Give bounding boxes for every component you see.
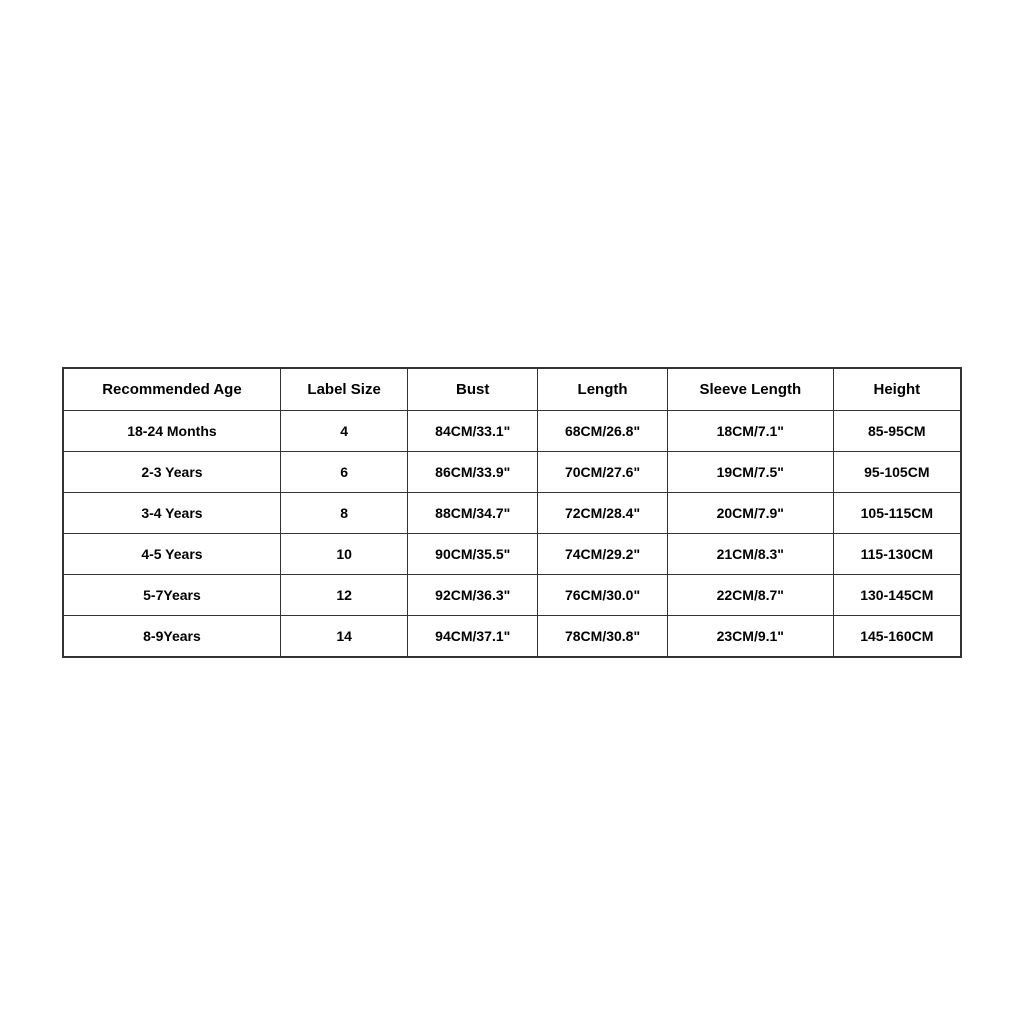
cell-length: 72CM/28.4" [538,492,668,533]
table-row: 18-24 Months484CM/33.1"68CM/26.8"18CM/7.… [63,410,961,451]
cell-height: 130-145CM [833,574,961,615]
cell-height: 145-160CM [833,615,961,657]
cell-label-size: 8 [280,492,407,533]
cell-sleeve-length: 21CM/8.3" [667,533,833,574]
header-sleeve-length: Sleeve Length [667,368,833,411]
cell-sleeve-length: 20CM/7.9" [667,492,833,533]
cell-bust: 84CM/33.1" [408,410,538,451]
cell-length: 76CM/30.0" [538,574,668,615]
table-row: 5-7Years1292CM/36.3"76CM/30.0"22CM/8.7"1… [63,574,961,615]
cell-length: 70CM/27.6" [538,451,668,492]
cell-sleeve-length: 22CM/8.7" [667,574,833,615]
cell-age: 4-5 Years [63,533,280,574]
table-row: 3-4 Years888CM/34.7"72CM/28.4"20CM/7.9"1… [63,492,961,533]
cell-bust: 88CM/34.7" [408,492,538,533]
cell-height: 85-95CM [833,410,961,451]
header-height: Height [833,368,961,411]
cell-bust: 92CM/36.3" [408,574,538,615]
cell-label-size: 14 [280,615,407,657]
table-row: 8-9Years1494CM/37.1"78CM/30.8"23CM/9.1"1… [63,615,961,657]
cell-bust: 86CM/33.9" [408,451,538,492]
cell-length: 74CM/29.2" [538,533,668,574]
cell-age: 3-4 Years [63,492,280,533]
cell-age: 2-3 Years [63,451,280,492]
cell-label-size: 4 [280,410,407,451]
cell-age: 8-9Years [63,615,280,657]
cell-label-size: 10 [280,533,407,574]
size-chart-container: Recommended Age Label Size Bust Length S… [62,367,962,658]
cell-height: 115-130CM [833,533,961,574]
table-row: 2-3 Years686CM/33.9"70CM/27.6"19CM/7.5"9… [63,451,961,492]
cell-label-size: 6 [280,451,407,492]
size-chart-table: Recommended Age Label Size Bust Length S… [62,367,962,658]
cell-age: 5-7Years [63,574,280,615]
cell-height: 95-105CM [833,451,961,492]
table-header-row: Recommended Age Label Size Bust Length S… [63,368,961,411]
cell-sleeve-length: 19CM/7.5" [667,451,833,492]
cell-length: 78CM/30.8" [538,615,668,657]
header-length: Length [538,368,668,411]
table-row: 4-5 Years1090CM/35.5"74CM/29.2"21CM/8.3"… [63,533,961,574]
cell-age: 18-24 Months [63,410,280,451]
header-label-size: Label Size [280,368,407,411]
cell-sleeve-length: 18CM/7.1" [667,410,833,451]
cell-height: 105-115CM [833,492,961,533]
cell-bust: 94CM/37.1" [408,615,538,657]
header-recommended-age: Recommended Age [63,368,280,411]
cell-label-size: 12 [280,574,407,615]
header-bust: Bust [408,368,538,411]
cell-length: 68CM/26.8" [538,410,668,451]
cell-bust: 90CM/35.5" [408,533,538,574]
cell-sleeve-length: 23CM/9.1" [667,615,833,657]
